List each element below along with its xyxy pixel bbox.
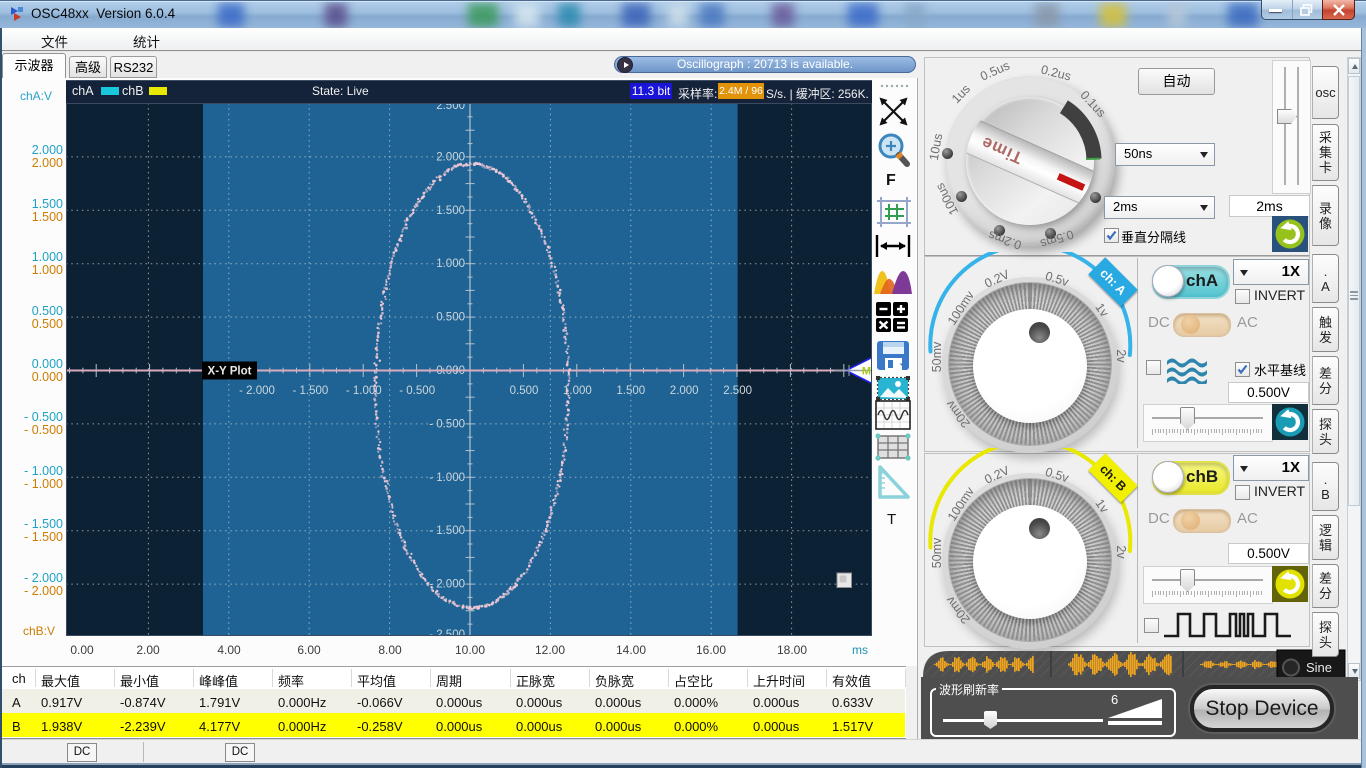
svg-text:2.000: 2.000 (670, 385, 699, 397)
svg-text:1.000: 1.000 (436, 258, 465, 270)
svg-text:- 2.000: - 2.000 (429, 579, 465, 591)
svg-text:0.500: 0.500 (436, 312, 465, 324)
svg-text:2.000: 2.000 (436, 151, 465, 163)
svg-text:- 1.500: - 1.500 (429, 525, 465, 537)
svg-text:0.500: 0.500 (510, 385, 539, 397)
svg-text:1.500: 1.500 (616, 385, 645, 397)
svg-text:M: M (862, 366, 871, 378)
svg-text:X-Y Plot: X-Y Plot (208, 366, 252, 378)
svg-text:Sine: Sine (1306, 660, 1332, 675)
svg-text:- 1.500: - 1.500 (292, 385, 328, 397)
svg-text:1.500: 1.500 (436, 205, 465, 217)
svg-text:- 2.500: - 2.500 (429, 629, 465, 636)
svg-text:2.500: 2.500 (436, 103, 465, 112)
svg-text:F: F (886, 172, 896, 189)
svg-text:- 0.500: - 0.500 (399, 385, 435, 397)
svg-text:- 2.000: - 2.000 (239, 385, 275, 397)
svg-text:- 0.500: - 0.500 (429, 418, 465, 430)
svg-text:2.500: 2.500 (723, 385, 752, 397)
svg-text:T: T (887, 511, 896, 528)
svg-text:- 1.000: - 1.000 (429, 472, 465, 484)
